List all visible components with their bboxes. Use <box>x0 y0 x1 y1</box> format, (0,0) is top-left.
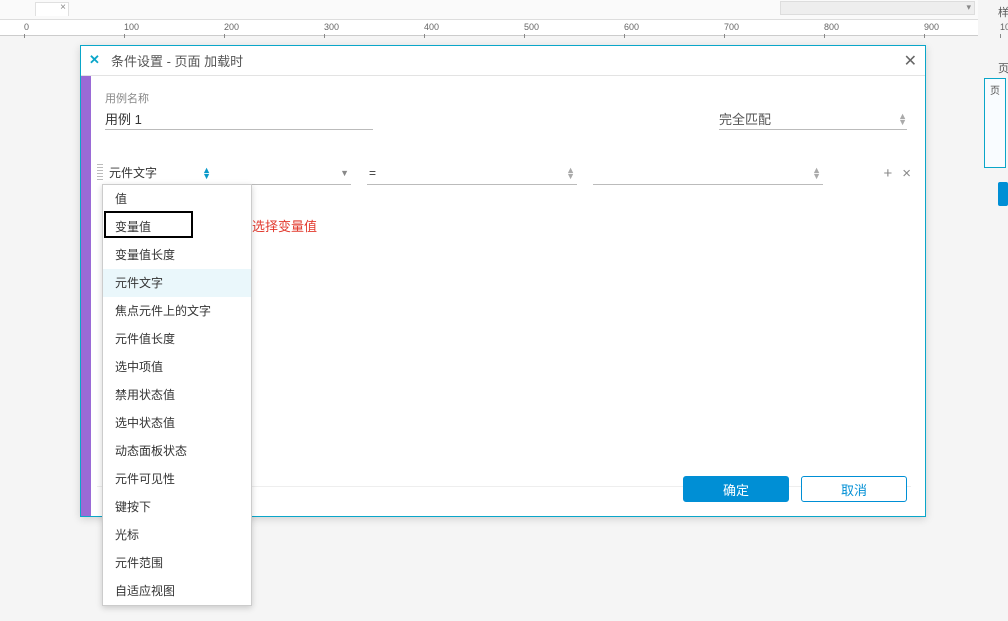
dialog-title: 条件设置 - 页面 加载时 <box>111 51 243 70</box>
ruler-tick: 0 <box>24 22 29 32</box>
right-panel-preview-label: 页 <box>990 82 1000 97</box>
right-header: 样 <box>998 4 1008 20</box>
dropdown-item[interactable]: 元件文字 <box>103 269 251 297</box>
dialog-accent-bar <box>81 76 91 516</box>
dialog-footer: 确定 取消 <box>683 476 907 502</box>
toolbar-dropdown[interactable]: ▾ <box>780 1 975 15</box>
dropdown-item[interactable]: 值 <box>103 185 251 213</box>
dropdown-item[interactable]: 选中项值 <box>103 353 251 381</box>
match-mode-value: 完全匹配 <box>719 109 771 128</box>
ruler-tick: 1000 <box>1000 22 1008 32</box>
close-icon[interactable]: ✕ <box>904 51 917 71</box>
condition-operator-select[interactable]: = ▲▼ <box>367 161 577 185</box>
dropdown-item[interactable]: 变量值长度 <box>103 241 251 269</box>
right-panel-tab[interactable]: 页 <box>998 60 1008 76</box>
dropdown-item[interactable]: 焦点元件上的文字 <box>103 297 251 325</box>
ok-button[interactable]: 确定 <box>683 476 789 502</box>
dropdown-item[interactable]: 元件可见性 <box>103 465 251 493</box>
dropdown-item[interactable]: 元件值长度 <box>103 325 251 353</box>
condition-field-dropdown[interactable]: 值变量值变量值长度元件文字焦点元件上的文字元件值长度选中项值禁用状态值选中状态值… <box>102 184 252 606</box>
document-tab[interactable]: × <box>35 2 69 16</box>
ruler-tick: 400 <box>424 22 439 32</box>
ruler-tick: 800 <box>824 22 839 32</box>
updown-icon: ▲▼ <box>566 167 575 179</box>
ruler-tick: 200 <box>224 22 239 32</box>
dropdown-item[interactable]: 选中状态值 <box>103 409 251 437</box>
horizontal-ruler: 0 100 200 300 400 500 600 700 800 900 10… <box>0 20 978 36</box>
dropdown-item[interactable]: 光标 <box>103 521 251 549</box>
dropdown-item[interactable]: 键按下 <box>103 493 251 521</box>
ruler-tick: 900 <box>924 22 939 32</box>
condition-field-select[interactable]: 元件文字 ▲▼ <box>107 161 213 185</box>
drag-handle-icon[interactable] <box>97 164 103 182</box>
dropdown-item[interactable]: 元件范围 <box>103 549 251 577</box>
remove-condition-button[interactable]: × <box>902 165 911 182</box>
caret-down-icon: ▼ <box>340 168 349 178</box>
caret-down-icon: ▾ <box>966 2 971 13</box>
dialog-titlebar: 条件设置 - 页面 加载时 ✕ <box>81 46 925 76</box>
dropdown-item[interactable]: 自适应视图 <box>103 577 251 605</box>
match-mode-select[interactable]: 完全匹配 ▲▼ <box>719 108 907 130</box>
ruler-tick: 700 <box>724 22 739 32</box>
ruler-tick: 300 <box>324 22 339 32</box>
updown-icon: ▲▼ <box>898 113 907 125</box>
condition-target-select[interactable]: ▼ <box>221 161 351 185</box>
updown-icon: ▲▼ <box>202 167 211 179</box>
dropdown-item[interactable]: 动态面板状态 <box>103 437 251 465</box>
condition-field-value: 元件文字 <box>109 164 157 181</box>
dropdown-item[interactable]: 变量值 <box>103 213 251 241</box>
ruler-tick: 100 <box>124 22 139 32</box>
add-condition-button[interactable]: + <box>883 165 892 182</box>
condition-operator-value: = <box>369 166 376 180</box>
updown-icon: ▲▼ <box>812 167 821 179</box>
dropdown-item[interactable]: 禁用状态值 <box>103 381 251 409</box>
cancel-button[interactable]: 取消 <box>801 476 907 502</box>
app-logo-icon <box>89 54 103 68</box>
ruler-tick: 500 <box>524 22 539 32</box>
ruler-tick: 600 <box>624 22 639 32</box>
condition-value-select[interactable]: ▲▼ <box>593 161 823 185</box>
case-name-input[interactable] <box>105 108 373 130</box>
right-panel-accent <box>998 182 1008 206</box>
case-name-label: 用例名称 <box>105 90 149 106</box>
close-tab-icon[interactable]: × <box>60 2 66 13</box>
